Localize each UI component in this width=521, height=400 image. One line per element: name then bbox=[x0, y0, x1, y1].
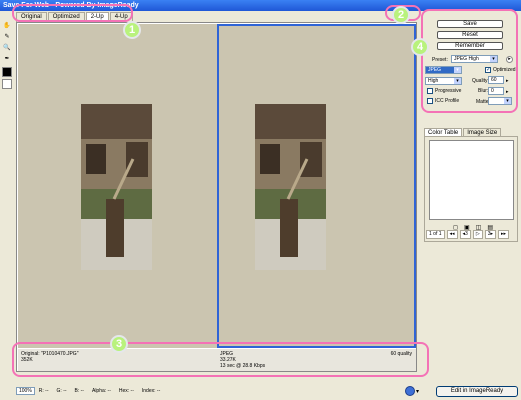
zoom-select[interactable]: 100% bbox=[16, 387, 35, 395]
annotation-box-3 bbox=[12, 342, 429, 377]
index-readout: Index: -- bbox=[141, 388, 161, 394]
annotation-badge-2: 2 bbox=[392, 6, 410, 24]
last-frame-button[interactable]: ▸▸ bbox=[498, 230, 510, 239]
chevron-down-icon[interactable]: ▾ bbox=[416, 388, 419, 395]
preview-in-browser-icon[interactable] bbox=[405, 386, 415, 396]
frame-counter: 1 of 1 bbox=[426, 230, 445, 239]
status-bar: 100% R: -- G: -- B: -- Alpha: -- Hex: --… bbox=[16, 386, 160, 396]
next-frame-button[interactable]: 3▸ bbox=[484, 230, 496, 239]
animation-nav: 1 of 1 ◂◂ ◂3 ▷ 3▸ ▸▸ bbox=[426, 230, 518, 239]
blue-readout: B: -- bbox=[74, 388, 84, 394]
hex-readout: Hex: -- bbox=[118, 388, 134, 394]
annotation-badge-3: 3 bbox=[110, 335, 128, 353]
hand-tool-icon[interactable]: ✋ bbox=[2, 21, 12, 30]
color-table-panel: ◻ ▣ ◫ ▤ bbox=[424, 136, 518, 242]
play-button[interactable]: ▷ bbox=[472, 230, 483, 239]
toolbox: ✋ ✎ 🔍 ✒ bbox=[2, 21, 14, 89]
red-readout: R: -- bbox=[38, 388, 49, 394]
annotation-box-1 bbox=[12, 4, 133, 22]
eyedropper-tool-icon[interactable]: ✒ bbox=[2, 54, 12, 63]
annotation-box-4 bbox=[421, 9, 518, 113]
edit-in-imageready-button[interactable]: Edit in ImageReady bbox=[436, 386, 518, 397]
optimized-photo bbox=[255, 104, 326, 270]
alpha-readout: Alpha: -- bbox=[91, 388, 111, 394]
annotation-badge-1: 1 bbox=[123, 21, 141, 39]
prev-frame-button[interactable]: ◂3 bbox=[459, 230, 471, 239]
color-table-swatches bbox=[429, 140, 514, 220]
toggle-slices-icon[interactable] bbox=[2, 79, 12, 89]
annotation-badge-4: 4 bbox=[411, 38, 429, 56]
original-photo bbox=[81, 104, 152, 270]
first-frame-button[interactable]: ◂◂ bbox=[446, 230, 458, 239]
original-pane[interactable] bbox=[18, 24, 217, 348]
preview-area: Original: "P1010470.JPG" 352K JPEG 33.27… bbox=[16, 22, 417, 372]
green-readout: G: -- bbox=[56, 388, 67, 394]
slice-select-tool-icon[interactable]: ✎ bbox=[2, 32, 12, 41]
optimized-pane[interactable] bbox=[217, 24, 416, 348]
eyedropper-color-swatch[interactable] bbox=[2, 67, 12, 77]
zoom-tool-icon[interactable]: 🔍 bbox=[2, 43, 12, 52]
